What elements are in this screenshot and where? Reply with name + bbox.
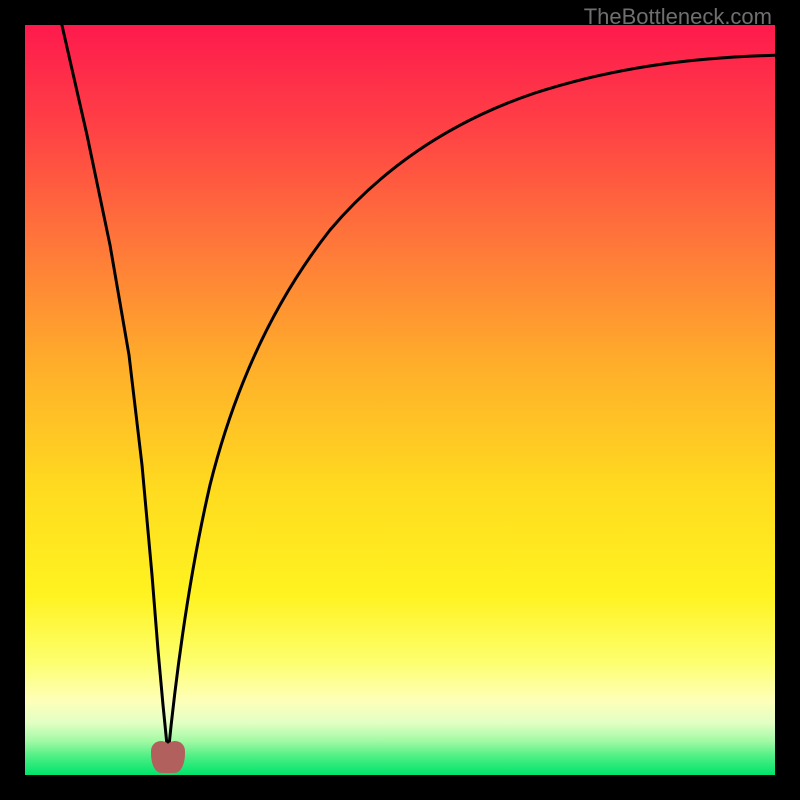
bottleneck-curve bbox=[25, 25, 775, 775]
curve-left-branch bbox=[61, 25, 168, 755]
curve-right-branch bbox=[168, 55, 775, 755]
plot-area bbox=[25, 25, 775, 775]
watermark-label: TheBottleneck.com bbox=[584, 4, 772, 30]
chart-frame: TheBottleneck.com bbox=[0, 0, 800, 800]
